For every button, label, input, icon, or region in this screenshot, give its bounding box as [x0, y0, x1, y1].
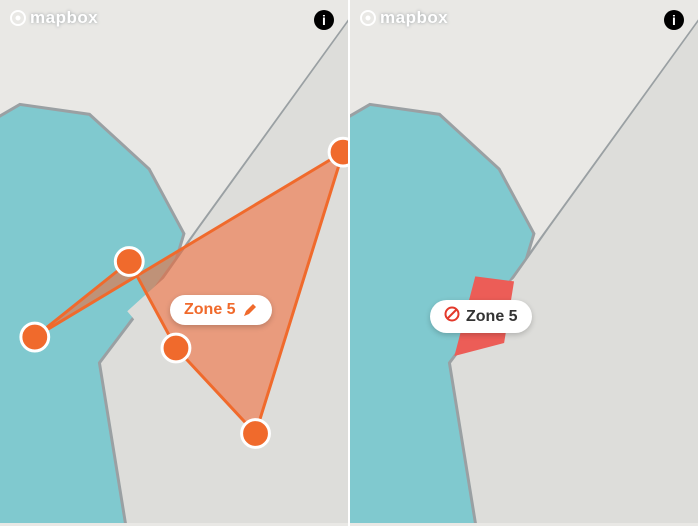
- attribution-text: mapbox: [30, 8, 98, 27]
- zone-vertex-handle[interactable]: [21, 323, 49, 351]
- zone-vertex-handle[interactable]: [329, 138, 348, 166]
- zone-label-pill-edit[interactable]: Zone 5: [170, 295, 272, 325]
- pencil-icon: [242, 302, 258, 318]
- map-canvas-right[interactable]: [350, 0, 698, 523]
- mapbox-logo-icon: [360, 10, 376, 26]
- map-panel-invalid[interactable]: mapbox i: [350, 0, 700, 526]
- zone-vertex-handle[interactable]: [162, 334, 190, 362]
- no-entry-icon: [444, 306, 460, 327]
- zone-vertex-handle[interactable]: [115, 248, 143, 276]
- attribution-text: mapbox: [380, 8, 448, 27]
- zone-label-pill-invalid[interactable]: Zone 5: [430, 300, 532, 333]
- map-attribution: mapbox: [10, 8, 98, 28]
- info-icon[interactable]: i: [664, 10, 684, 30]
- map-panel-edit[interactable]: mapbox i: [0, 0, 350, 526]
- zone-vertex-handle[interactable]: [242, 420, 270, 448]
- zone-label-text: Zone 5: [466, 308, 518, 326]
- map-attribution: mapbox: [360, 8, 448, 28]
- info-icon[interactable]: i: [314, 10, 334, 30]
- mapbox-logo-icon: [10, 10, 26, 26]
- zone-label-text: Zone 5: [184, 301, 236, 319]
- map-canvas-left[interactable]: [0, 0, 348, 523]
